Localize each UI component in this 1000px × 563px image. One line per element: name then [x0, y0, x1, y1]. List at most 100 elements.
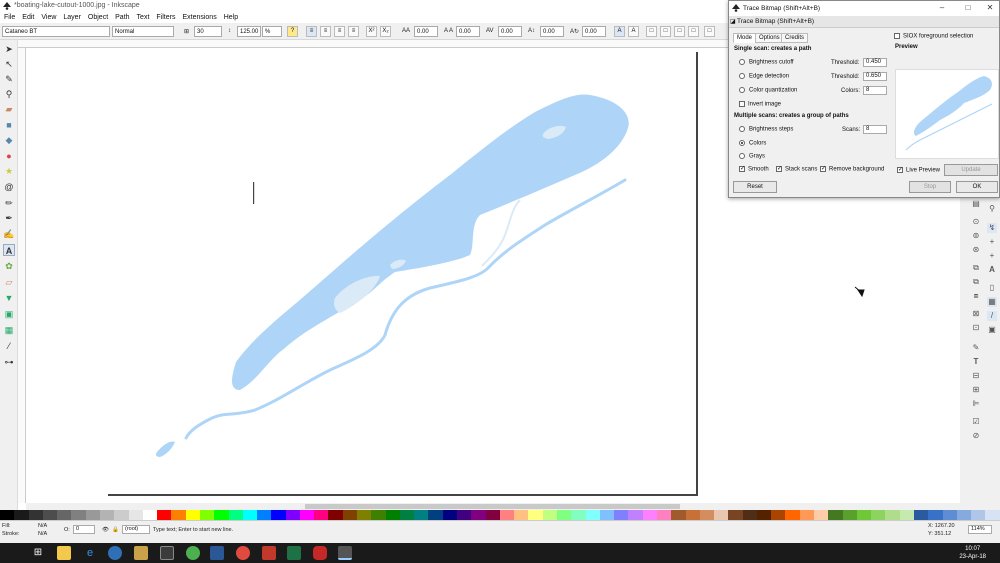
- edge-detection-option[interactable]: Edge detection: [739, 73, 789, 80]
- clone-icon[interactable]: ⧉: [971, 277, 981, 287]
- remove-background-option[interactable]: ✓ Remove background: [820, 166, 884, 173]
- layers-icon[interactable]: ⊟: [971, 371, 981, 381]
- snap-text-icon[interactable]: A: [987, 265, 997, 275]
- palette-swatch[interactable]: [956, 510, 972, 520]
- palette-swatch[interactable]: [442, 510, 457, 520]
- filezilla-icon[interactable]: [262, 546, 276, 560]
- app-icon-3[interactable]: [160, 546, 174, 560]
- snap-icon-8[interactable]: ▣: [987, 325, 997, 335]
- inkscape-taskbar-icon[interactable]: [338, 546, 352, 560]
- chrome-icon[interactable]: [236, 546, 250, 560]
- palette-swatch[interactable]: [842, 510, 857, 520]
- layer-select[interactable]: (root): [122, 525, 150, 534]
- palette-swatch[interactable]: [856, 510, 872, 520]
- palette-swatch[interactable]: [42, 510, 58, 520]
- ok-button[interactable]: OK: [956, 181, 998, 193]
- palette-swatch[interactable]: [171, 510, 186, 520]
- palette-swatch[interactable]: [385, 510, 400, 520]
- palette-swatch[interactable]: [85, 510, 100, 520]
- palette-swatch[interactable]: [885, 510, 900, 520]
- palette-swatch[interactable]: [399, 510, 415, 520]
- remove-background-checkbox[interactable]: ✓: [820, 166, 826, 172]
- color-quantization-radio[interactable]: [739, 87, 745, 93]
- edge-detection-radio[interactable]: [739, 73, 745, 79]
- live-preview-option[interactable]: ✓ Live Preview: [897, 167, 940, 174]
- snap-icon-3[interactable]: +: [987, 237, 997, 247]
- tab-mode[interactable]: Mode: [733, 33, 757, 43]
- palette-swatch[interactable]: [71, 510, 86, 520]
- invert-image-checkbox[interactable]: [739, 101, 745, 107]
- palette-swatch[interactable]: [485, 510, 500, 520]
- palette-swatch[interactable]: [228, 510, 243, 520]
- edge-browser-icon[interactable]: e: [83, 546, 97, 560]
- palette-swatch[interactable]: [771, 510, 786, 520]
- threshold-input-2[interactable]: 0.650: [863, 72, 887, 81]
- scans-input[interactable]: 8: [863, 125, 887, 134]
- palette-swatch[interactable]: [971, 510, 986, 520]
- invert-image-option[interactable]: Invert image: [739, 101, 781, 108]
- threshold-input-1[interactable]: 0.450: [863, 58, 887, 67]
- palette-swatch[interactable]: [414, 510, 429, 520]
- zoom-page-icon[interactable]: ⊛: [971, 245, 981, 255]
- palette-swatch[interactable]: [28, 510, 43, 520]
- horizontal-scroll-thumb[interactable]: [305, 504, 680, 509]
- palette-swatch[interactable]: [328, 510, 343, 520]
- live-preview-checkbox[interactable]: ✓: [897, 167, 903, 173]
- palette-swatch[interactable]: [928, 510, 943, 520]
- palette-swatch[interactable]: [99, 510, 115, 520]
- siox-checkbox[interactable]: [894, 33, 900, 39]
- tab-options[interactable]: Options: [755, 33, 784, 43]
- text-font-icon[interactable]: T: [971, 357, 981, 367]
- colors-input[interactable]: 8: [863, 86, 887, 95]
- palette-swatch[interactable]: [871, 510, 886, 520]
- ungroup-icon[interactable]: ⊡: [971, 323, 981, 333]
- paste-icon[interactable]: ▤: [971, 199, 981, 209]
- layer-visibility-icon[interactable]: 👁: [102, 527, 109, 533]
- snap-icon-4[interactable]: +: [987, 251, 997, 261]
- palette-swatch[interactable]: [699, 510, 715, 520]
- snap-icon-2[interactable]: ↯: [987, 223, 997, 233]
- palette-swatch[interactable]: [585, 510, 600, 520]
- zoom-drawing-icon[interactable]: ⊚: [971, 231, 981, 241]
- brightness-steps-radio[interactable]: [739, 126, 745, 132]
- palette-swatch[interactable]: [571, 510, 586, 520]
- brightness-cutoff-radio[interactable]: [739, 59, 745, 65]
- grays-radio[interactable]: [739, 153, 745, 159]
- palette-swatch[interactable]: [157, 510, 172, 520]
- palette-swatch[interactable]: [556, 510, 572, 520]
- file-explorer-icon[interactable]: [57, 546, 71, 560]
- start-windows-icon[interactable]: ⊞: [31, 546, 45, 560]
- lake-main-body[interactable]: [232, 94, 629, 391]
- brightness-steps-option[interactable]: Brightness steps: [739, 126, 793, 133]
- palette-swatch[interactable]: [0, 510, 15, 520]
- palette-swatch[interactable]: [828, 510, 843, 520]
- palette-swatch[interactable]: [514, 510, 529, 520]
- palette-swatch[interactable]: [242, 510, 258, 520]
- palette-swatch[interactable]: [942, 510, 957, 520]
- palette-swatch[interactable]: [899, 510, 914, 520]
- palette-swatch[interactable]: [257, 510, 272, 520]
- stack-scans-checkbox[interactable]: ✓: [776, 166, 782, 172]
- palette-swatch[interactable]: [542, 510, 557, 520]
- reset-button[interactable]: Reset: [733, 181, 777, 193]
- colors-multi-option[interactable]: Colors: [739, 140, 766, 147]
- app-icon-4[interactable]: [186, 546, 200, 560]
- palette-swatch[interactable]: [357, 510, 372, 520]
- snap-icon-7[interactable]: /: [987, 311, 997, 321]
- palette-swatch[interactable]: [528, 510, 543, 520]
- unlink-clone-icon[interactable]: ⧈: [971, 291, 981, 301]
- palette-swatch[interactable]: [342, 510, 358, 520]
- fill-value[interactable]: N/A: [38, 523, 47, 529]
- siox-option[interactable]: SIOX foreground selection: [894, 33, 973, 40]
- palette-swatch[interactable]: [314, 510, 329, 520]
- smooth-option[interactable]: ✓ Smooth: [739, 166, 769, 173]
- palette-swatch[interactable]: [142, 510, 158, 520]
- opacity-input[interactable]: 0: [73, 525, 95, 534]
- snap-icon-6[interactable]: ▦: [987, 297, 997, 307]
- grays-option[interactable]: Grays: [739, 153, 765, 160]
- xml-editor-icon[interactable]: ⊞: [971, 385, 981, 395]
- app-icon-1[interactable]: [108, 546, 122, 560]
- fill-stroke-icon[interactable]: ✎: [971, 343, 981, 353]
- zoom-selection-icon[interactable]: ⊙: [971, 217, 981, 227]
- palette-swatch[interactable]: [299, 510, 315, 520]
